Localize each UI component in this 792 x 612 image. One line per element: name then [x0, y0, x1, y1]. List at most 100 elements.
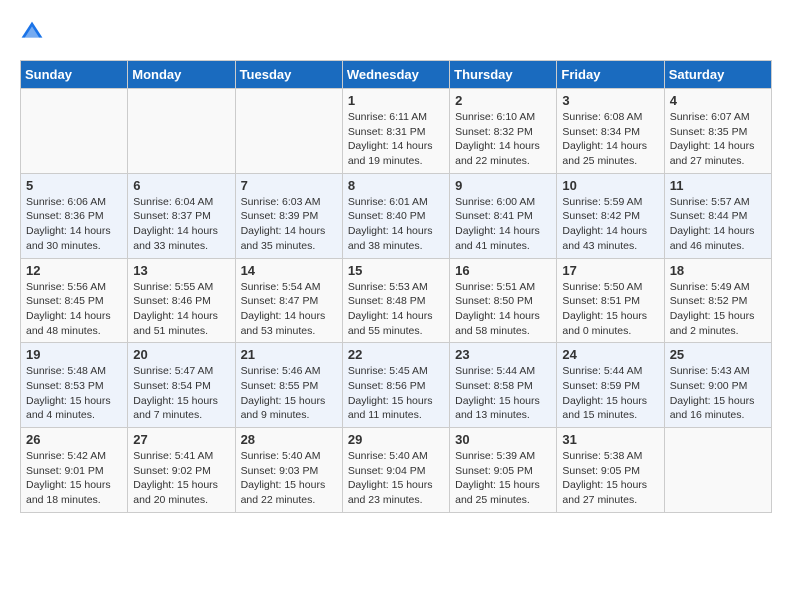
- calendar-cell: 19 Sunrise: 5:48 AM Sunset: 8:53 PM Dayli…: [21, 343, 128, 428]
- calendar-cell: 6Sunrise: 6:04 AM Sunset: 8:37 PM Daylig…: [128, 173, 235, 258]
- day-of-week-monday: Monday: [128, 61, 235, 89]
- calendar-cell: 18 Sunrise: 5:49 AM Sunset: 8:52 PM Dayli…: [664, 258, 771, 343]
- day-info: Sunrise: 6:00 AM Sunset: 8:41 PM Dayligh…: [455, 195, 551, 254]
- calendar-cell: 17Sunrise: 5:50 AM Sunset: 8:51 PM Dayli…: [557, 258, 664, 343]
- calendar-cell: 3 Sunrise: 6:08 AM Sunset: 8:34 PM Daylig…: [557, 89, 664, 174]
- day-number: 21: [241, 347, 337, 362]
- calendar-cell: 14Sunrise: 5:54 AM Sunset: 8:47 PM Dayli…: [235, 258, 342, 343]
- day-info: Sunrise: 6:06 AM Sunset: 8:36 PM Dayligh…: [26, 195, 122, 254]
- logo-icon: [20, 20, 44, 44]
- day-info: Sunrise: 5:41 AM Sunset: 9:02 PM Dayligh…: [133, 449, 229, 508]
- calendar-cell: 26 Sunrise: 5:42 AM Sunset: 9:01 PM Dayli…: [21, 428, 128, 513]
- logo: [20, 20, 48, 44]
- day-number: 24: [562, 347, 658, 362]
- calendar-cell: 2Sunrise: 6:10 AM Sunset: 8:32 PM Daylig…: [450, 89, 557, 174]
- calendar-cell: 9 Sunrise: 6:00 AM Sunset: 8:41 PM Daylig…: [450, 173, 557, 258]
- day-number: 5: [26, 178, 122, 193]
- calendar-week-3: 12 Sunrise: 5:56 AM Sunset: 8:45 PM Dayli…: [21, 258, 772, 343]
- day-number: 16: [455, 263, 551, 278]
- day-number: 27: [133, 432, 229, 447]
- calendar-cell: [128, 89, 235, 174]
- day-info: Sunrise: 5:39 AM Sunset: 9:05 PM Dayligh…: [455, 449, 551, 508]
- day-number: 11: [670, 178, 766, 193]
- calendar-cell: 16 Sunrise: 5:51 AM Sunset: 8:50 PM Dayli…: [450, 258, 557, 343]
- day-info: Sunrise: 5:42 AM Sunset: 9:01 PM Dayligh…: [26, 449, 122, 508]
- calendar-cell: 12 Sunrise: 5:56 AM Sunset: 8:45 PM Dayli…: [21, 258, 128, 343]
- day-number: 4: [670, 93, 766, 108]
- day-info: Sunrise: 5:48 AM Sunset: 8:53 PM Dayligh…: [26, 364, 122, 423]
- calendar-cell: 30 Sunrise: 5:39 AM Sunset: 9:05 PM Dayli…: [450, 428, 557, 513]
- day-of-week-thursday: Thursday: [450, 61, 557, 89]
- day-info: Sunrise: 5:46 AM Sunset: 8:55 PM Dayligh…: [241, 364, 337, 423]
- day-info: Sunrise: 5:56 AM Sunset: 8:45 PM Dayligh…: [26, 280, 122, 339]
- calendar-cell: 4 Sunrise: 6:07 AM Sunset: 8:35 PM Daylig…: [664, 89, 771, 174]
- day-number: 18: [670, 263, 766, 278]
- calendar-cell: 1 Sunrise: 6:11 AM Sunset: 8:31 PM Daylig…: [342, 89, 449, 174]
- day-number: 14: [241, 263, 337, 278]
- calendar-cell: [235, 89, 342, 174]
- day-info: Sunrise: 5:59 AM Sunset: 8:42 PM Dayligh…: [562, 195, 658, 254]
- day-number: 13: [133, 263, 229, 278]
- calendar-cell: 31 Sunrise: 5:38 AM Sunset: 9:05 PM Dayli…: [557, 428, 664, 513]
- calendar-cell: 5 Sunrise: 6:06 AM Sunset: 8:36 PM Daylig…: [21, 173, 128, 258]
- day-info: Sunrise: 5:45 AM Sunset: 8:56 PM Dayligh…: [348, 364, 444, 423]
- day-number: 31: [562, 432, 658, 447]
- calendar-week-2: 5 Sunrise: 6:06 AM Sunset: 8:36 PM Daylig…: [21, 173, 772, 258]
- calendar-cell: 28Sunrise: 5:40 AM Sunset: 9:03 PM Dayli…: [235, 428, 342, 513]
- calendar-cell: [21, 89, 128, 174]
- day-number: 19: [26, 347, 122, 362]
- day-info: Sunrise: 5:47 AM Sunset: 8:54 PM Dayligh…: [133, 364, 229, 423]
- calendar-cell: 11 Sunrise: 5:57 AM Sunset: 8:44 PM Dayli…: [664, 173, 771, 258]
- day-info: Sunrise: 5:44 AM Sunset: 8:58 PM Dayligh…: [455, 364, 551, 423]
- calendar-cell: 20Sunrise: 5:47 AM Sunset: 8:54 PM Dayli…: [128, 343, 235, 428]
- calendar-cell: 22Sunrise: 5:45 AM Sunset: 8:56 PM Dayli…: [342, 343, 449, 428]
- calendar-cell: 29 Sunrise: 5:40 AM Sunset: 9:04 PM Dayli…: [342, 428, 449, 513]
- day-info: Sunrise: 5:38 AM Sunset: 9:05 PM Dayligh…: [562, 449, 658, 508]
- calendar-cell: 24 Sunrise: 5:44 AM Sunset: 8:59 PM Dayli…: [557, 343, 664, 428]
- calendar-table: SundayMondayTuesdayWednesdayThursdayFrid…: [20, 60, 772, 513]
- day-number: 25: [670, 347, 766, 362]
- calendar-cell: 25Sunrise: 5:43 AM Sunset: 9:00 PM Dayli…: [664, 343, 771, 428]
- calendar-cell: 23 Sunrise: 5:44 AM Sunset: 8:58 PM Dayli…: [450, 343, 557, 428]
- day-number: 23: [455, 347, 551, 362]
- day-number: 10: [562, 178, 658, 193]
- day-info: Sunrise: 5:55 AM Sunset: 8:46 PM Dayligh…: [133, 280, 229, 339]
- calendar-cell: 7 Sunrise: 6:03 AM Sunset: 8:39 PM Daylig…: [235, 173, 342, 258]
- calendar-body: 1 Sunrise: 6:11 AM Sunset: 8:31 PM Daylig…: [21, 89, 772, 513]
- day-info: Sunrise: 6:03 AM Sunset: 8:39 PM Dayligh…: [241, 195, 337, 254]
- day-number: 3: [562, 93, 658, 108]
- day-number: 7: [241, 178, 337, 193]
- day-number: 1: [348, 93, 444, 108]
- calendar-cell: 27 Sunrise: 5:41 AM Sunset: 9:02 PM Dayli…: [128, 428, 235, 513]
- calendar-week-5: 26 Sunrise: 5:42 AM Sunset: 9:01 PM Dayli…: [21, 428, 772, 513]
- day-info: Sunrise: 6:01 AM Sunset: 8:40 PM Dayligh…: [348, 195, 444, 254]
- calendar-cell: 15 Sunrise: 5:53 AM Sunset: 8:48 PM Dayli…: [342, 258, 449, 343]
- day-info: Sunrise: 6:08 AM Sunset: 8:34 PM Dayligh…: [562, 110, 658, 169]
- day-info: Sunrise: 5:49 AM Sunset: 8:52 PM Dayligh…: [670, 280, 766, 339]
- day-number: 12: [26, 263, 122, 278]
- day-info: Sunrise: 5:53 AM Sunset: 8:48 PM Dayligh…: [348, 280, 444, 339]
- day-number: 2: [455, 93, 551, 108]
- calendar-week-1: 1 Sunrise: 6:11 AM Sunset: 8:31 PM Daylig…: [21, 89, 772, 174]
- day-info: Sunrise: 5:40 AM Sunset: 9:03 PM Dayligh…: [241, 449, 337, 508]
- day-info: Sunrise: 5:57 AM Sunset: 8:44 PM Dayligh…: [670, 195, 766, 254]
- day-number: 26: [26, 432, 122, 447]
- day-of-week-saturday: Saturday: [664, 61, 771, 89]
- day-number: 15: [348, 263, 444, 278]
- page-header: [20, 20, 772, 44]
- day-info: Sunrise: 5:44 AM Sunset: 8:59 PM Dayligh…: [562, 364, 658, 423]
- day-info: Sunrise: 5:40 AM Sunset: 9:04 PM Dayligh…: [348, 449, 444, 508]
- day-info: Sunrise: 6:07 AM Sunset: 8:35 PM Dayligh…: [670, 110, 766, 169]
- calendar-cell: 13 Sunrise: 5:55 AM Sunset: 8:46 PM Dayli…: [128, 258, 235, 343]
- day-info: Sunrise: 5:51 AM Sunset: 8:50 PM Dayligh…: [455, 280, 551, 339]
- days-of-week-row: SundayMondayTuesdayWednesdayThursdayFrid…: [21, 61, 772, 89]
- day-info: Sunrise: 5:50 AM Sunset: 8:51 PM Dayligh…: [562, 280, 658, 339]
- day-info: Sunrise: 6:11 AM Sunset: 8:31 PM Dayligh…: [348, 110, 444, 169]
- day-of-week-wednesday: Wednesday: [342, 61, 449, 89]
- day-number: 30: [455, 432, 551, 447]
- calendar-week-4: 19 Sunrise: 5:48 AM Sunset: 8:53 PM Dayli…: [21, 343, 772, 428]
- day-number: 9: [455, 178, 551, 193]
- day-number: 29: [348, 432, 444, 447]
- calendar-cell: 8Sunrise: 6:01 AM Sunset: 8:40 PM Daylig…: [342, 173, 449, 258]
- calendar-cell: 21 Sunrise: 5:46 AM Sunset: 8:55 PM Dayli…: [235, 343, 342, 428]
